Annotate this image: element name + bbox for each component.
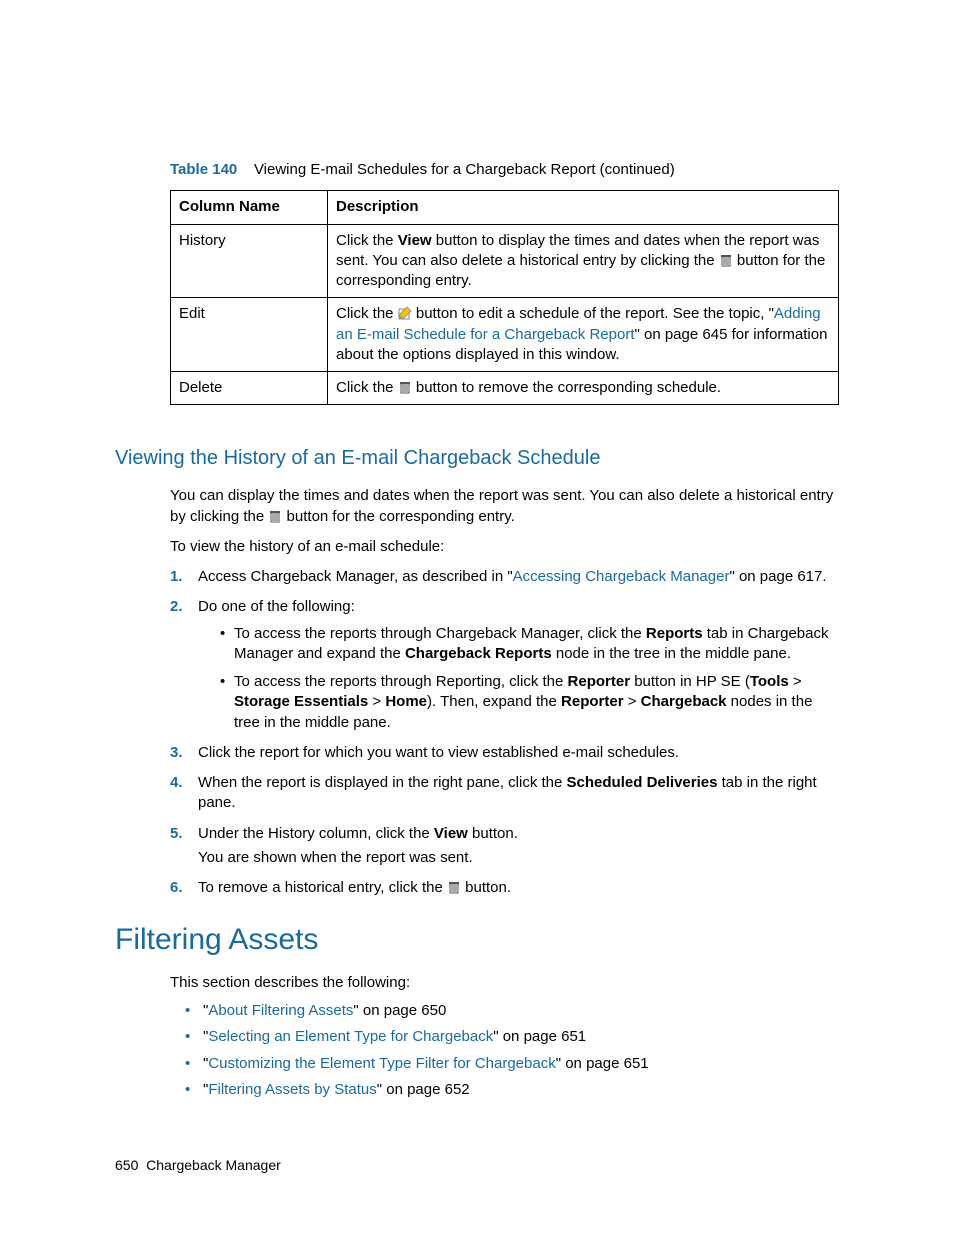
link-filtering-status[interactable]: Filtering Assets by Status bbox=[208, 1081, 376, 1098]
row-name: History bbox=[171, 224, 328, 298]
section-heading-viewing-history: Viewing the History of an E-mail Chargeb… bbox=[115, 445, 839, 472]
edit-icon bbox=[398, 306, 412, 320]
table-title: Viewing E-mail Schedules for a Chargebac… bbox=[254, 161, 675, 178]
paragraph: To view the history of an e-mail schedul… bbox=[115, 537, 839, 557]
row-description: Click the button to remove the correspon… bbox=[328, 372, 839, 405]
table-row: Edit Click the button to edit a schedule… bbox=[171, 298, 839, 372]
schedule-table: Column Name Description History Click th… bbox=[170, 190, 839, 405]
table-caption: Table 140 Viewing E-mail Schedules for a… bbox=[115, 160, 839, 180]
link-selecting-element[interactable]: Selecting an Element Type for Chargeback bbox=[208, 1028, 493, 1045]
table-row: History Click the View button to display… bbox=[171, 224, 839, 298]
table-row: Delete Click the button to remove the co… bbox=[171, 372, 839, 405]
table-header-description: Description bbox=[328, 191, 839, 224]
paragraph: You can display the times and dates when… bbox=[115, 486, 839, 527]
list-item: To access the reports through Reporting,… bbox=[220, 672, 839, 733]
step-number: 6. bbox=[170, 878, 183, 898]
step-number: 2. bbox=[170, 597, 183, 617]
document-page: Table 140 Viewing E-mail Schedules for a… bbox=[0, 0, 954, 1235]
table-header-column-name: Column Name bbox=[171, 191, 328, 224]
step-item: 4. When the report is displayed in the r… bbox=[170, 773, 839, 814]
list-item: "Filtering Assets by Status" on page 652 bbox=[185, 1080, 839, 1100]
trash-icon bbox=[719, 253, 733, 267]
step-number: 3. bbox=[170, 743, 183, 763]
section-heading-filtering-assets: Filtering Assets bbox=[115, 920, 839, 961]
list-item: "Customizing the Element Type Filter for… bbox=[185, 1054, 839, 1074]
link-accessing-manager[interactable]: Accessing Chargeback Manager bbox=[513, 568, 730, 585]
step-number: 1. bbox=[170, 567, 183, 587]
row-description: Click the View button to display the tim… bbox=[328, 224, 839, 298]
footer-title: Chargeback Manager bbox=[146, 1157, 281, 1173]
link-list: "About Filtering Assets" on page 650 "Se… bbox=[115, 1001, 839, 1100]
page-footer: 650 Chargeback Manager bbox=[115, 1156, 281, 1175]
trash-icon bbox=[447, 880, 461, 894]
link-about-filtering[interactable]: About Filtering Assets bbox=[208, 1002, 353, 1019]
steps-list: 1. Access Chargeback Manager, as describ… bbox=[115, 567, 839, 898]
paragraph: This section describes the following: bbox=[115, 973, 839, 993]
step-item: 3. Click the report for which you want t… bbox=[170, 743, 839, 763]
link-customizing-filter[interactable]: Customizing the Element Type Filter for … bbox=[208, 1055, 555, 1072]
step-subtext: You are shown when the report was sent. bbox=[198, 848, 839, 868]
page-number: 650 bbox=[115, 1157, 138, 1173]
step-item: 6. To remove a historical entry, click t… bbox=[170, 878, 839, 898]
step-number: 4. bbox=[170, 773, 183, 793]
step-number: 5. bbox=[170, 824, 183, 844]
row-description: Click the button to edit a schedule of t… bbox=[328, 298, 839, 372]
table-number: Table 140 bbox=[170, 161, 237, 178]
list-item: "Selecting an Element Type for Chargebac… bbox=[185, 1027, 839, 1047]
list-item: "About Filtering Assets" on page 650 bbox=[185, 1001, 839, 1021]
step-item: 2. Do one of the following: To access th… bbox=[170, 597, 839, 733]
sub-bullets: To access the reports through Chargeback… bbox=[198, 624, 839, 733]
list-item: To access the reports through Chargeback… bbox=[220, 624, 839, 665]
step-item: 5. Under the History column, click the V… bbox=[170, 824, 839, 869]
trash-icon bbox=[398, 380, 412, 394]
row-name: Delete bbox=[171, 372, 328, 405]
step-item: 1. Access Chargeback Manager, as describ… bbox=[170, 567, 839, 587]
trash-icon bbox=[268, 509, 282, 523]
row-name: Edit bbox=[171, 298, 328, 372]
